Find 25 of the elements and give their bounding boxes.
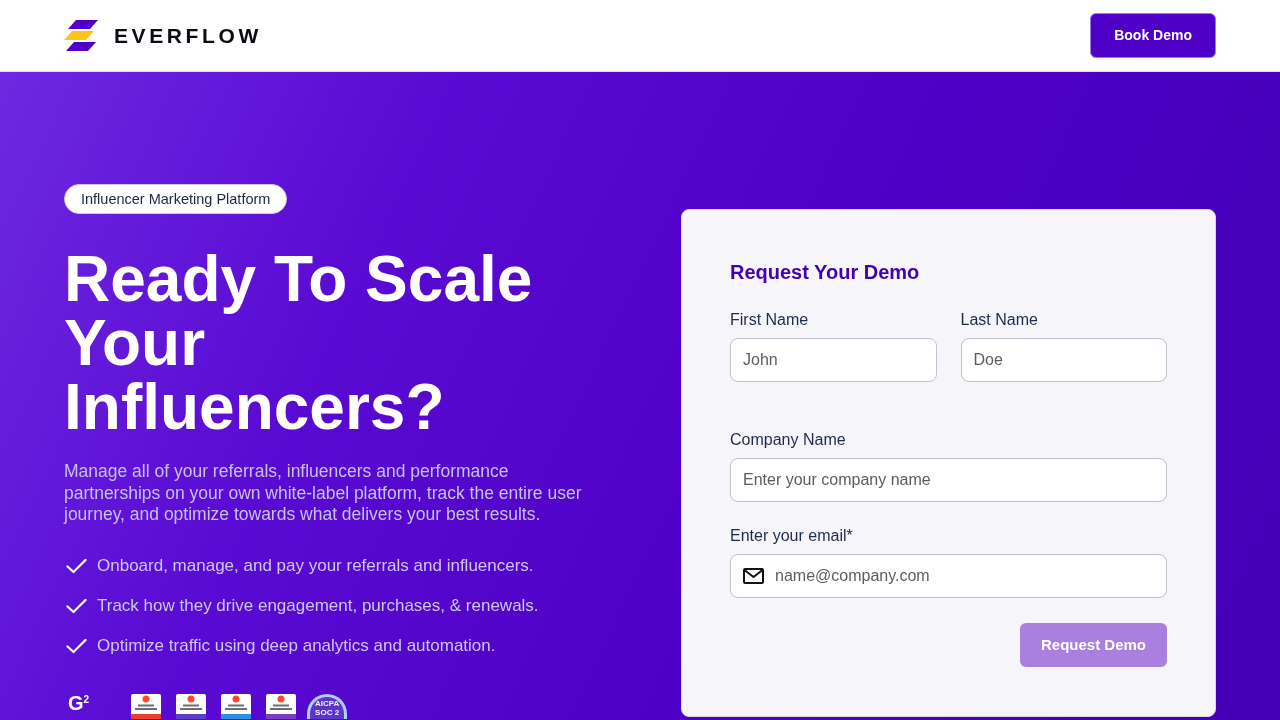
form-title: Request Your Demo [730, 260, 921, 284]
category-pill: Influencer Marketing Platform [64, 184, 288, 214]
field-label: First Name [730, 310, 810, 330]
check-icon [66, 597, 87, 614]
certification-text: SOC 2 [315, 707, 340, 717]
feature-text: Track how they drive engagement, purchases, & renewals. [97, 594, 539, 617]
input-field[interactable]: Enter your company name [730, 458, 1167, 502]
check-icon [66, 557, 87, 574]
field-label: Enter your email* [730, 526, 854, 546]
logo-icon [64, 20, 98, 51]
email-field[interactable]: name@company.com [730, 554, 1167, 598]
feature-text: Optimize traffic using deep analytics and automation. [97, 634, 496, 657]
book-demo-button[interactable]: Book Demo [1090, 13, 1216, 58]
g2-logo: G$^{2}$ [68, 693, 90, 712]
check-icon [66, 637, 87, 654]
hero-heading: Ready To Scale Your Influencers? [64, 247, 534, 439]
feature-text: Onboard, manage, and pay your referrals and influencers. [97, 554, 534, 577]
field-label: Last Name [960, 310, 1039, 330]
logo-text: EVERFLOW [114, 25, 262, 46]
field-label: Company Name [730, 430, 847, 450]
certification-text: AICPA [314, 698, 340, 708]
input-field[interactable]: John [730, 338, 937, 382]
mail-icon [743, 568, 764, 584]
hero-description: Manage all of your referrals, influencers and performance partnerships on your own white-label platform, track the entire user journey, and optimize towards what delivers your best results. [64, 461, 583, 526]
input-field[interactable]: Doe [960, 338, 1167, 382]
